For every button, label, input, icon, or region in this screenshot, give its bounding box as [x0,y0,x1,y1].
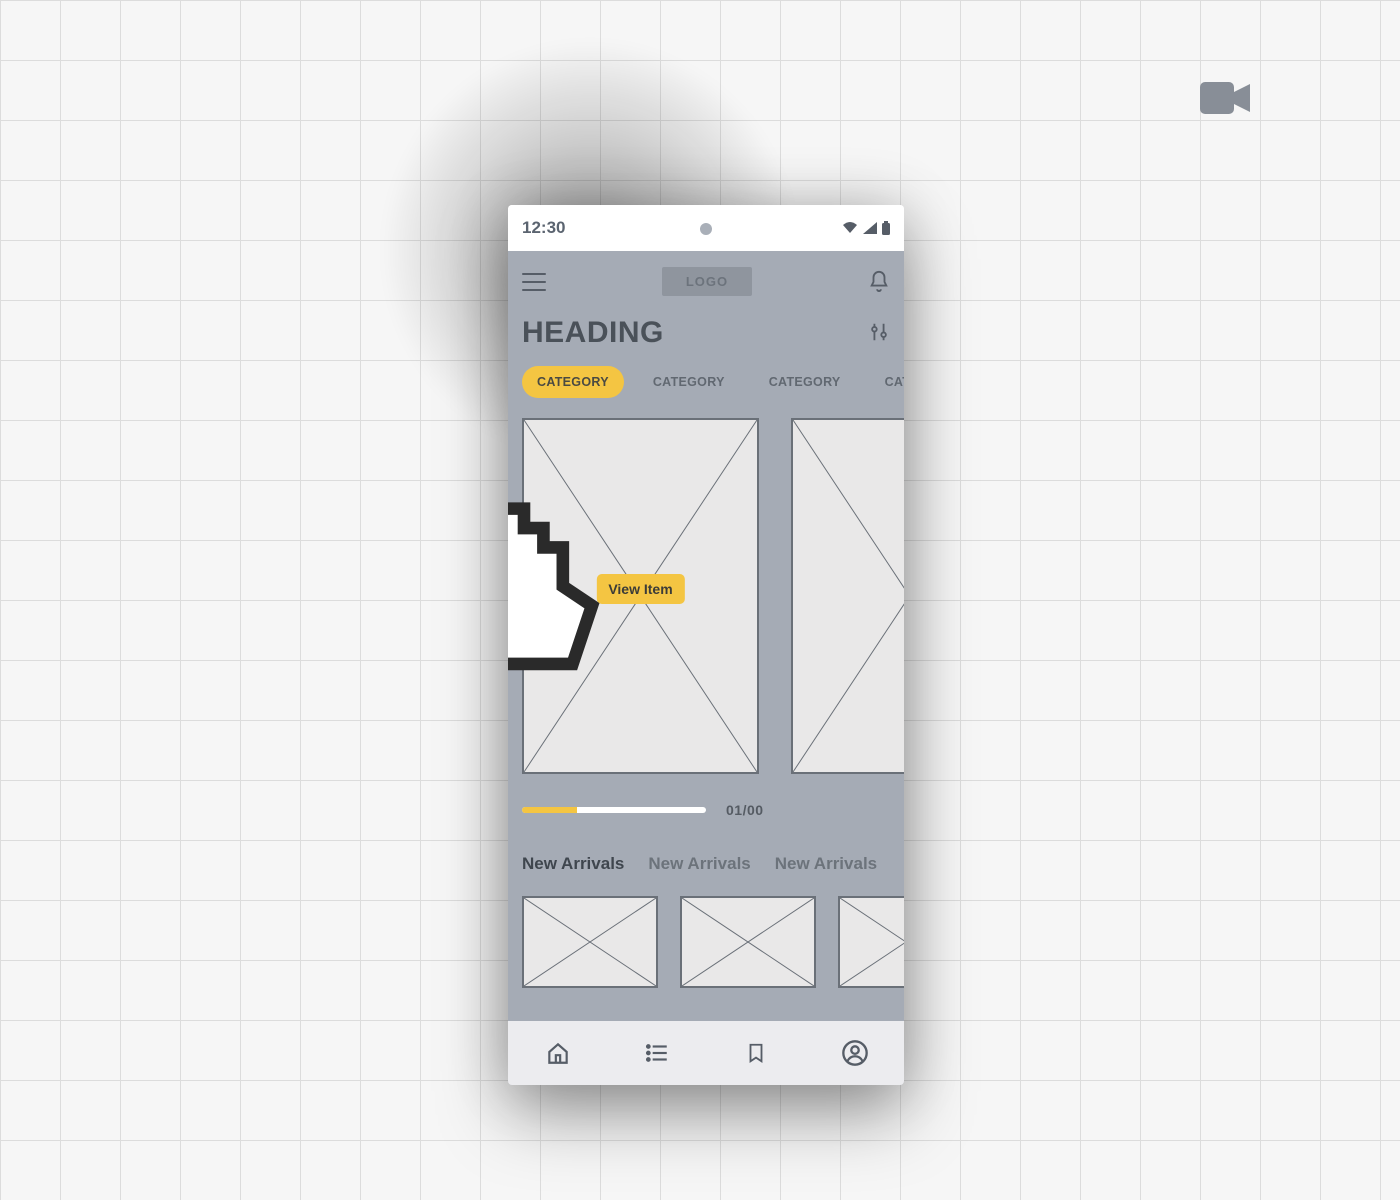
product-thumb[interactable] [680,896,816,988]
video-camera-icon [1200,80,1250,116]
new-arrivals-tab[interactable]: New Arrivals [775,854,877,874]
image-placeholder-icon [524,898,656,986]
carousel-progress: 01/00 [508,780,904,828]
wifi-icon [842,222,858,234]
image-placeholder-icon [840,898,904,986]
settings-sliders-icon[interactable] [868,321,890,345]
app-body: LOGO HEADING CATEGORY CATEGORY CATEGORY … [508,251,904,1085]
status-icons [842,221,890,235]
featured-card[interactable]: View Item [522,418,759,774]
carousel-counter: 01/00 [726,802,764,818]
category-tab[interactable]: CATEGORY [754,366,856,398]
image-placeholder-icon [682,898,814,986]
product-thumb[interactable] [838,896,904,988]
status-time: 12:30 [522,218,565,238]
mobile-device-frame: 12:30 LOGO HEADING CATEGORY [508,205,904,1085]
bell-icon[interactable] [868,270,890,294]
image-placeholder-icon [793,420,904,772]
new-arrivals-tab[interactable]: New Arrivals [522,854,624,874]
progress-fill [522,807,577,813]
new-arrivals-tabs: New Arrivals New Arrivals New Arrivals [508,828,904,884]
profile-icon[interactable] [840,1038,870,1068]
featured-carousel[interactable]: View Item [508,412,904,780]
page-heading: HEADING [522,316,664,350]
app-top-bar: LOGO [508,251,904,306]
pointer-cursor-icon [508,420,641,772]
category-tab[interactable]: CATEGORY [522,366,624,398]
list-icon[interactable] [642,1038,672,1068]
bottom-nav [508,1021,904,1085]
new-arrivals-tab[interactable]: New Arrivals [648,854,750,874]
category-tabs: CATEGORY CATEGORY CATEGORY CATEGORY [508,358,904,412]
bookmark-icon[interactable] [741,1038,771,1068]
heading-row: HEADING [508,306,904,358]
progress-track [522,807,706,813]
status-bar: 12:30 [508,205,904,251]
new-arrivals-thumbs [508,884,904,988]
category-tab[interactable]: CATEGORY [870,366,904,398]
category-tab[interactable]: CATEGORY [638,366,740,398]
menu-icon[interactable] [522,273,546,291]
battery-icon [882,221,890,235]
camera-dot-icon [700,223,712,235]
product-thumb[interactable] [522,896,658,988]
home-icon[interactable] [543,1038,573,1068]
logo-placeholder: LOGO [662,267,752,296]
signal-icon [863,222,877,234]
featured-card[interactable] [791,418,904,774]
